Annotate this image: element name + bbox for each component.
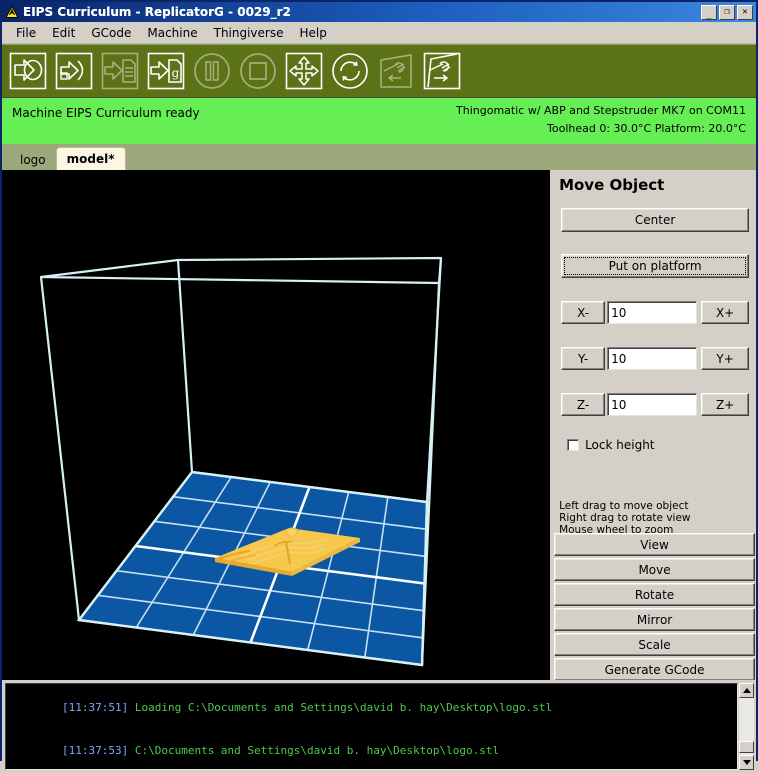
move-object-panel: Move Object Center Put on platform X- 10… [553,170,756,683]
z-value-input[interactable]: 10 [607,393,698,416]
pause-icon [192,51,232,91]
panel-title: Move Object [559,176,665,194]
console-scrollbar[interactable] [739,683,754,770]
temperature-label: Toolhead 0: 30.0°C Platform: 20.0°C [547,122,746,135]
tab-model[interactable]: model* [55,147,126,170]
z-plus-button[interactable]: Z+ [701,393,750,416]
x-minus-button[interactable]: X- [561,301,606,324]
put-on-platform-button[interactable]: Put on platform [561,254,750,278]
application-window: EIPS Curriculum - ReplicatorG - 0029_r2 … [0,0,758,773]
reset-icon[interactable] [330,51,370,91]
y-plus-button[interactable]: Y+ [701,347,750,370]
y-value-input[interactable]: 10 [607,347,698,370]
rotate-mode-button[interactable]: Rotate [554,583,755,606]
console-line: [11:37:51] Loading C:\Documents and Sett… [9,686,737,730]
minimize-icon: _ [706,9,712,20]
close-icon: ✕ [742,6,748,17]
menu-bar: File Edit GCode Machine Thingiverse Help [2,22,756,44]
scale-mode-button[interactable]: Scale [554,633,755,656]
console-message: Loading C:\Documents and Settings\david … [128,700,553,714]
console-timestamp: [11:37:53] [61,744,129,757]
stop-icon [238,51,278,91]
menu-item-help[interactable]: Help [292,24,335,42]
console-message: C:\Documents and Settings\david b. hay\D… [128,744,500,757]
toolbar: g [2,44,756,97]
svg-text:g: g [172,66,180,80]
console-log[interactable]: [11:37:51] Loading C:\Documents and Sett… [5,683,738,770]
tab-logo[interactable]: logo [10,150,56,170]
tab-bar: logo model* [2,144,756,170]
viewport-hints: Left drag to move object Right drag to r… [559,500,691,536]
jog-move-icon[interactable] [284,51,324,91]
machine-status-text: Machine EIPS Curriculum ready [12,106,200,120]
window-controls: _ ❐ ✕ [701,4,754,20]
lock-height-row[interactable]: Lock height [567,438,655,452]
load-gcode-icon[interactable] [54,51,94,91]
view-mode-button[interactable]: View [554,533,755,556]
lock-height-checkbox[interactable] [567,439,580,451]
menu-item-thingiverse[interactable]: Thingiverse [206,24,292,42]
z-minus-button[interactable]: Z- [561,393,606,416]
maximize-button[interactable]: ❐ [719,4,735,20]
menu-item-file[interactable]: File [8,24,44,42]
machine-name-label: Thingomatic w/ ABP and Stepstruder MK7 o… [456,104,746,117]
menu-item-edit[interactable]: Edit [44,24,83,42]
scroll-up-button[interactable] [739,683,754,698]
build-to-file-icon [100,51,140,91]
scrollbar-thumb[interactable] [739,741,754,753]
model-viewport[interactable] [2,170,551,680]
menu-item-machine[interactable]: Machine [139,24,205,42]
move-mode-button[interactable]: Move [554,558,755,581]
scroll-down-button[interactable] [739,755,754,770]
console-line: [11:37:53] C:\Documents and Settings\dav… [9,730,737,770]
mode-button-stack: View Move Rotate Mirror Scale Generate G… [553,533,756,683]
machine-status-bar: Machine EIPS Curriculum ready Thingomati… [2,97,756,144]
maximize-icon: ❐ [724,6,730,17]
y-minus-button[interactable]: Y- [561,347,606,370]
center-button[interactable]: Center [561,208,750,232]
menu-item-gcode[interactable]: GCode [83,24,139,42]
main-area: Move Object Center Put on platform X- 10… [2,170,756,683]
load-model-icon[interactable] [8,51,48,91]
chevron-up-icon [742,688,751,693]
connect-icon[interactable] [422,51,462,91]
x-value-input[interactable]: 10 [607,301,698,324]
console-timestamp: [11:37:51] [61,700,129,714]
generate-gcode-button[interactable]: Generate GCode [554,658,755,681]
x-plus-button[interactable]: X+ [701,301,750,324]
lock-height-label: Lock height [585,438,655,452]
title-bar: EIPS Curriculum - ReplicatorG - 0029_r2 … [2,2,756,22]
mirror-mode-button[interactable]: Mirror [554,608,755,631]
disconnect-icon [376,51,416,91]
console-area: [11:37:51] Loading C:\Documents and Sett… [2,680,756,773]
close-button[interactable]: ✕ [737,4,753,20]
warning-triangle-icon [5,5,19,19]
generate-gcode-icon[interactable]: g [146,51,186,91]
minimize-button[interactable]: _ [701,4,717,20]
window-title: EIPS Curriculum - ReplicatorG - 0029_r2 [23,5,291,19]
